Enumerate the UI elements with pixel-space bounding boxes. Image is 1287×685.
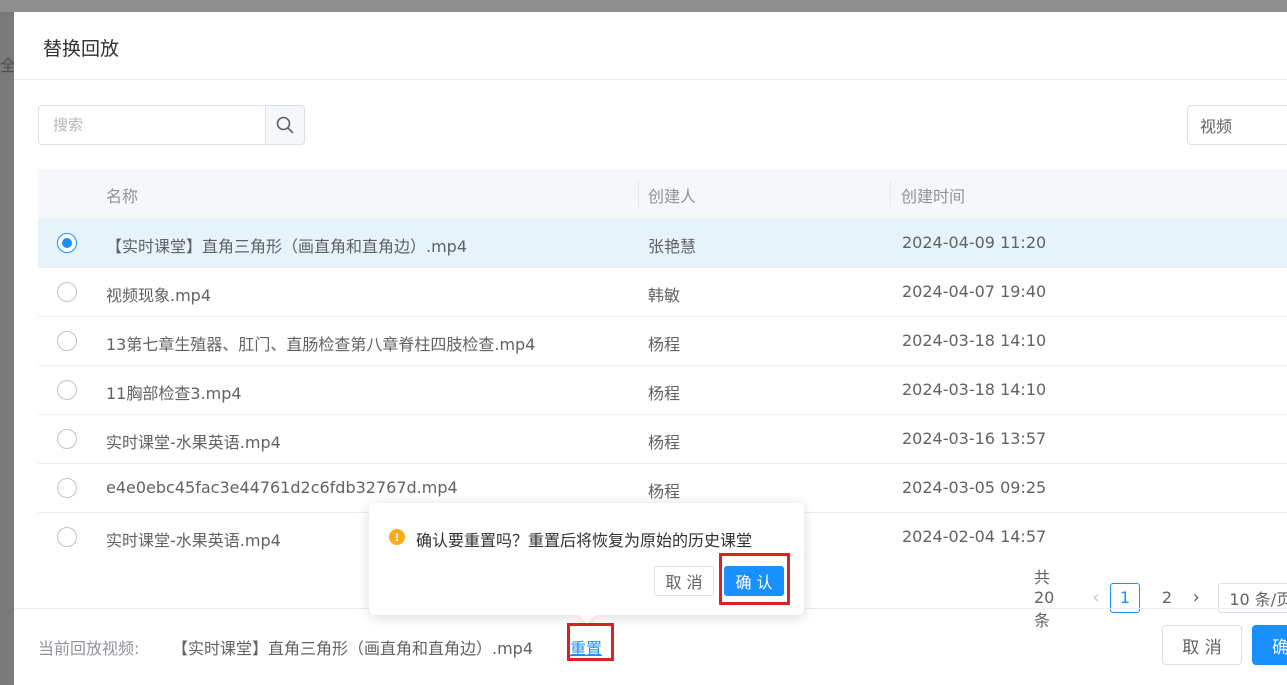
confirm-button[interactable]: 确 bbox=[1252, 625, 1287, 665]
row-name: 实时课堂-水果英语.mp4 bbox=[106, 531, 281, 550]
search-box bbox=[38, 105, 305, 145]
row-radio[interactable] bbox=[57, 527, 77, 547]
row-radio[interactable] bbox=[57, 478, 77, 498]
row-created: 2024-03-16 13:57 bbox=[902, 429, 1047, 448]
table-row[interactable]: 13第七章生殖器、肛门、直肠检查第八章脊柱四肢检查.mp4 杨程 2024-03… bbox=[38, 317, 1287, 366]
backdrop-page: 全 bbox=[0, 12, 16, 685]
highlight-reset-box bbox=[567, 623, 614, 661]
search-input[interactable] bbox=[39, 106, 265, 144]
popconfirm-cancel-button[interactable]: 取 消 bbox=[654, 566, 714, 596]
warning-icon: ! bbox=[389, 529, 405, 545]
popconfirm-message: 确认要重置吗？重置后将恢复为原始的历史课堂 bbox=[416, 531, 753, 550]
column-created-header: 创建时间 bbox=[901, 187, 966, 206]
row-creator: 杨程 bbox=[648, 482, 681, 501]
column-divider bbox=[638, 181, 639, 207]
row-radio[interactable] bbox=[57, 429, 77, 449]
type-select-value: 视频 bbox=[1200, 117, 1233, 136]
row-creator: 张艳慧 bbox=[648, 237, 697, 256]
column-divider bbox=[890, 181, 891, 207]
row-name: e4e0ebc45fac3e44761d2c6fdb32767d.mp4 bbox=[106, 478, 458, 497]
search-icon bbox=[276, 116, 294, 134]
row-created: 2024-03-05 09:25 bbox=[902, 478, 1047, 497]
current-video-label: 当前回放视频: bbox=[38, 639, 140, 658]
dialog-header: 替换回放 bbox=[14, 12, 1287, 80]
row-created: 2024-04-07 19:40 bbox=[902, 282, 1047, 301]
row-name: 11胸部检查3.mp4 bbox=[106, 384, 242, 403]
row-name: 13第七章生殖器、肛门、直肠检查第八章脊柱四肢检查.mp4 bbox=[106, 335, 536, 354]
row-created: 2024-04-09 11:20 bbox=[902, 233, 1047, 252]
row-radio[interactable] bbox=[57, 331, 77, 351]
row-creator: 杨程 bbox=[648, 335, 681, 354]
highlight-confirm-box bbox=[719, 553, 790, 605]
row-name: 实时课堂-水果英语.mp4 bbox=[106, 433, 281, 452]
row-created: 2024-03-18 14:10 bbox=[902, 331, 1047, 350]
row-radio[interactable] bbox=[57, 233, 77, 253]
row-creator: 杨程 bbox=[648, 433, 681, 452]
current-video-name: 【实时课堂】直角三角形（画直角和直角边）.mp4 bbox=[172, 639, 534, 658]
cancel-button[interactable]: 取 消 bbox=[1162, 625, 1242, 665]
dialog-title: 替换回放 bbox=[43, 38, 120, 60]
table-row[interactable]: 视频现象.mp4 韩敏 2024-04-07 19:40 bbox=[38, 268, 1287, 317]
prev-page-icon[interactable]: ‹ bbox=[1088, 587, 1104, 608]
row-radio[interactable] bbox=[57, 282, 77, 302]
column-name-header: 名称 bbox=[106, 187, 139, 206]
table-header: 名称 创建人 创建时间 bbox=[38, 169, 1287, 219]
table-row[interactable]: 11胸部检查3.mp4 杨程 2024-03-18 14:10 bbox=[38, 366, 1287, 415]
row-creator: 韩敏 bbox=[648, 286, 681, 305]
table-row[interactable]: 【实时课堂】直角三角形（画直角和直角边）.mp4 张艳慧 2024-04-09 … bbox=[38, 219, 1287, 268]
row-created: 2024-03-18 14:10 bbox=[902, 380, 1047, 399]
row-creator: 杨程 bbox=[648, 384, 681, 403]
column-creator-header: 创建人 bbox=[648, 187, 697, 206]
table-row[interactable]: 实时课堂-水果英语.mp4 杨程 2024-03-16 13:57 bbox=[38, 415, 1287, 464]
reset-popconfirm: ! 确认要重置吗？重置后将恢复为原始的历史课堂 取 消 确 认 bbox=[369, 503, 804, 624]
search-button[interactable] bbox=[265, 106, 304, 144]
row-created: 2024-02-04 14:57 bbox=[902, 527, 1047, 546]
table-body: 【实时课堂】直角三角形（画直角和直角边）.mp4 张艳慧 2024-04-09 … bbox=[38, 219, 1287, 551]
video-table: 名称 创建人 创建时间 【实时课堂】直角三角形（画直角和直角边）.mp4 张艳慧… bbox=[38, 169, 1287, 551]
next-page-icon[interactable]: › bbox=[1188, 587, 1204, 608]
type-select[interactable]: 视频 bbox=[1187, 105, 1287, 145]
row-name: 【实时课堂】直角三角形（画直角和直角边）.mp4 bbox=[106, 237, 468, 256]
row-name: 视频现象.mp4 bbox=[106, 286, 212, 305]
row-radio[interactable] bbox=[57, 380, 77, 400]
dialog-footer: 当前回放视频: 【实时课堂】直角三角形（画直角和直角边）.mp4 重置 取 消 … bbox=[14, 608, 1287, 685]
